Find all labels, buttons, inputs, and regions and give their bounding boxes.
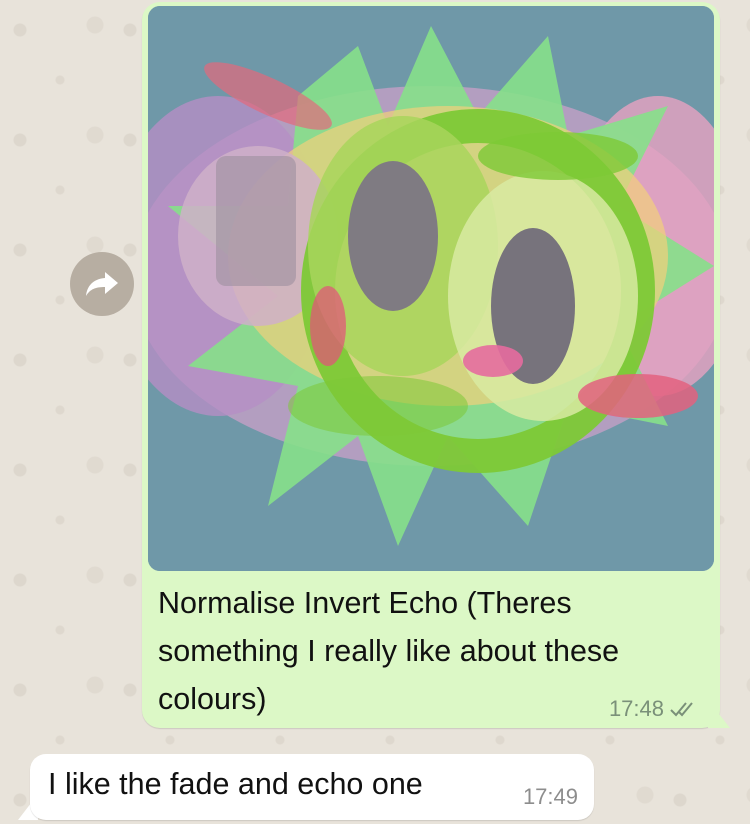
incoming-text-message[interactable]: I like the fade and echo one 17:49: [30, 754, 594, 820]
message-image[interactable]: [148, 6, 714, 571]
message-timestamp: 17:49: [522, 784, 578, 809]
outgoing-bubble-tail: [708, 700, 730, 728]
message-meta: 17:48: [609, 696, 698, 722]
message-timestamp: 17:48: [608, 696, 664, 721]
outgoing-image-message[interactable]: Normalise Invert Echo (Theres something …: [142, 2, 720, 728]
psychedelic-artwork-image: [148, 6, 714, 571]
double-check-read-icon: [670, 702, 693, 717]
message-text: I like the fade and echo one: [48, 767, 423, 801]
forward-arrow-icon: [86, 272, 118, 296]
forward-button[interactable]: [70, 252, 134, 316]
